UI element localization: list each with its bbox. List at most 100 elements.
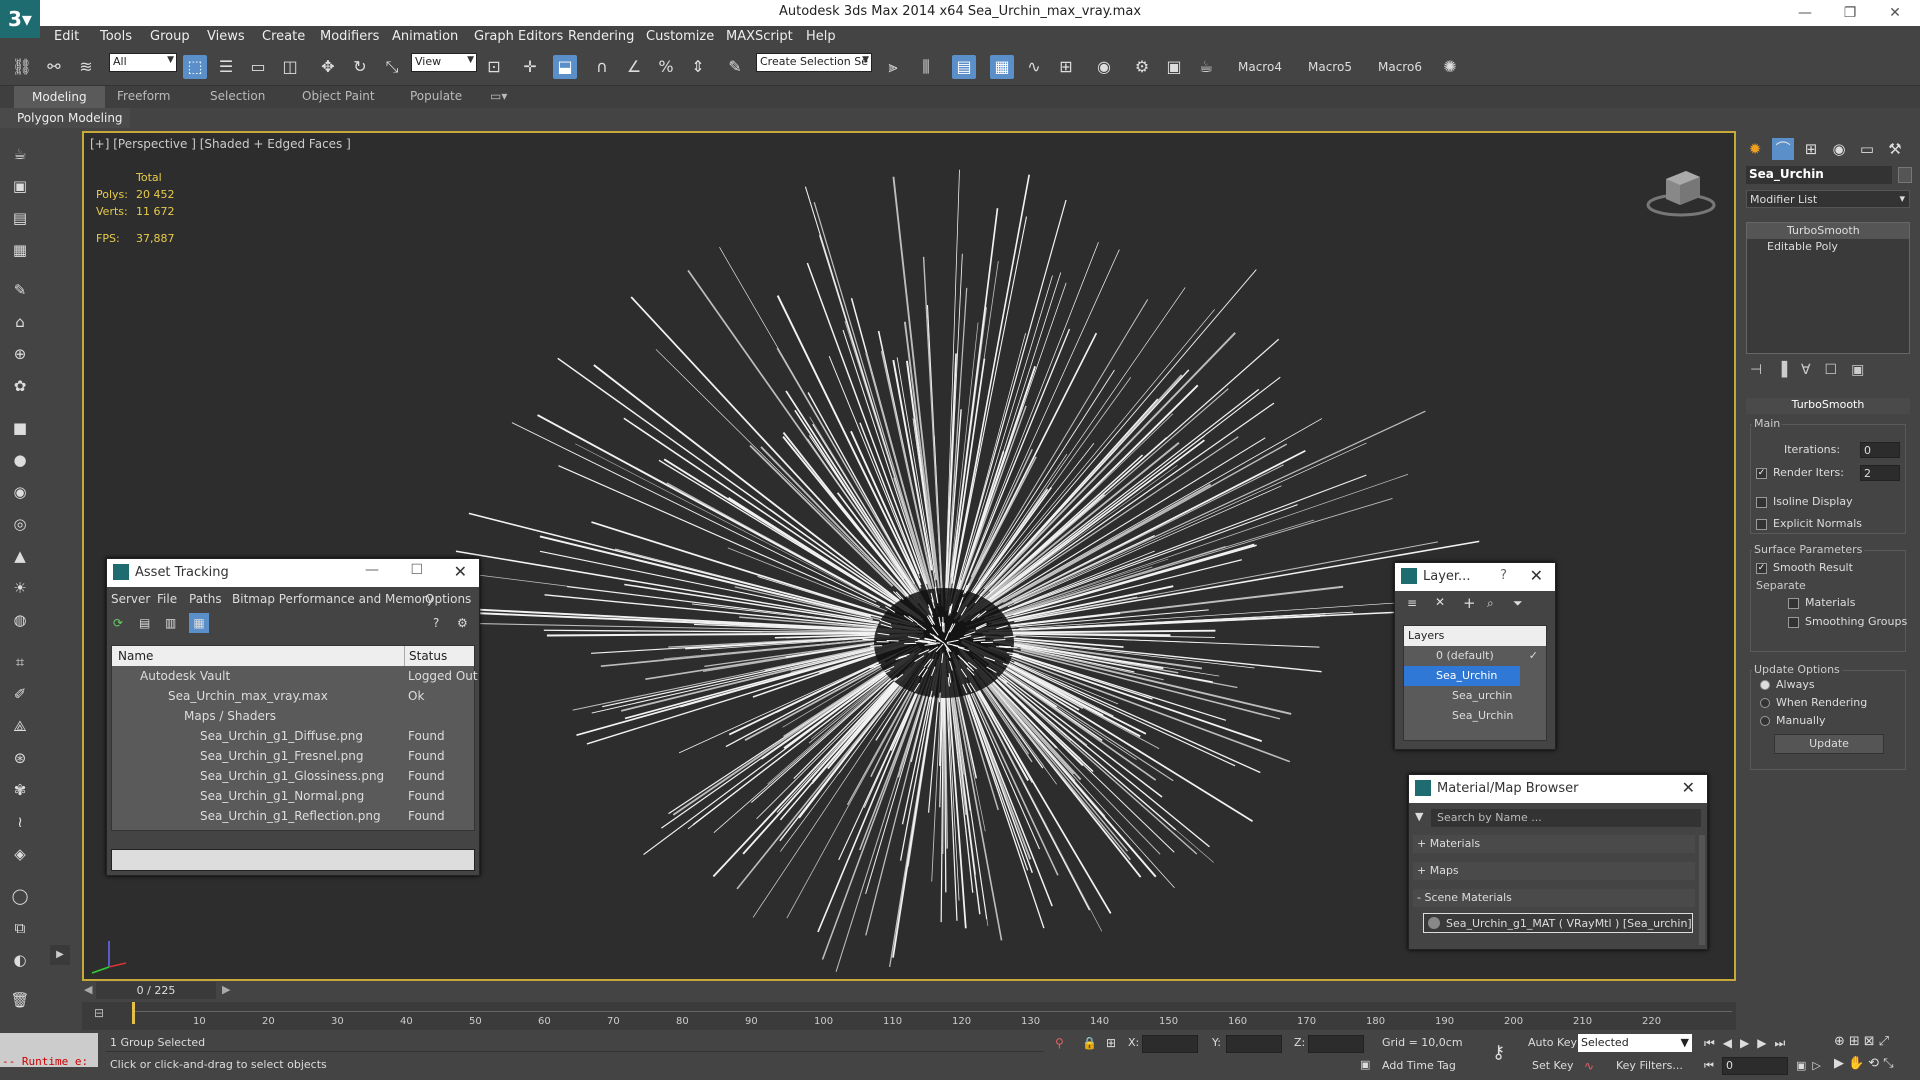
material-editor-icon[interactable]: ◉ — [1092, 55, 1116, 79]
trash-icon[interactable]: 🗑 — [8, 988, 32, 1012]
viewport-nav-controls[interactable]: ⊕⊞⊠⤢ — [1834, 1034, 1893, 1049]
tab-populate[interactable]: Populate — [410, 89, 462, 103]
column-status-header[interactable]: Status — [404, 646, 474, 666]
macro4-button[interactable]: Macro4 — [1238, 60, 1282, 74]
render-iters-spinner[interactable]: 2 — [1860, 465, 1900, 481]
paintbrush-icon[interactable]: ✐ — [8, 682, 32, 706]
macro6-button[interactable]: Macro6 — [1378, 60, 1422, 74]
maximize-button[interactable]: ❐ — [1835, 2, 1865, 24]
modifier-list-dropdown[interactable]: Modifier List ▾ — [1746, 190, 1910, 208]
render-setup-icon[interactable]: ⚙ — [1130, 55, 1154, 79]
playback-controls[interactable]: ⏮◀▶▶⏭ — [1704, 1036, 1793, 1051]
menu-file[interactable]: File — [157, 592, 177, 606]
document-icon[interactable]: ▤ — [8, 206, 32, 230]
track-bar[interactable]: ⊟ 10 20 30 40 50 60 70 80 90 100 110 120 130 140 150 16… — [82, 1002, 1736, 1032]
link-icon[interactable]: ⛓ — [10, 55, 34, 79]
helper-icon[interactable]: ⊕ — [8, 342, 32, 366]
filter-icon[interactable]: ⏷ — [1513, 596, 1523, 611]
display-tab-icon[interactable]: ▭ — [1856, 138, 1878, 160]
menu-group[interactable]: Group — [150, 29, 190, 44]
y-coordinate-field[interactable] — [1226, 1035, 1282, 1053]
scrollbar[interactable] — [1699, 835, 1705, 945]
menu-modifiers[interactable]: Modifiers — [320, 29, 379, 44]
table-row[interactable]: Sea_Urchin_g1_Diffuse.png Found — [112, 726, 474, 746]
sphere-icon[interactable]: ● — [8, 448, 32, 472]
polygon-modeling-panel[interactable]: Polygon Modeling — [0, 108, 130, 128]
explicit-normals-checkbox[interactable]: Explicit Normals — [1756, 517, 1862, 530]
render-icon[interactable]: ▣ — [8, 174, 32, 198]
material-sphere-icon[interactable]: ◐ — [8, 948, 32, 972]
stack-item-turbosmooth[interactable]: TurboSmooth — [1747, 223, 1909, 239]
camera-icon[interactable]: ⌂ — [8, 310, 32, 334]
scene-materials-section[interactable]: - Scene Materials — [1413, 889, 1695, 907]
isolate-icon[interactable]: ⚲ — [1055, 1036, 1064, 1050]
search-icon[interactable]: ⌕ — [1487, 596, 1494, 611]
menu-bitmap-performance[interactable]: Bitmap Performance and Memory — [232, 592, 434, 606]
macro5-button[interactable]: Macro5 — [1308, 60, 1352, 74]
table-row[interactable]: Sea_Urchin_max_vray.max Ok — [112, 686, 474, 706]
viewcube-icon[interactable] — [1646, 161, 1716, 221]
menu-help[interactable]: Help — [806, 29, 836, 44]
column-name-header[interactable]: Name — [112, 649, 153, 663]
add-time-tag-icon[interactable]: ▣ — [1360, 1058, 1370, 1071]
stack-icon[interactable]: ⧉ — [8, 916, 32, 940]
table-icon[interactable]: ▦ — [8, 238, 32, 262]
cylinder-icon[interactable]: ◉ — [8, 480, 32, 504]
toggle-ribbon-icon[interactable]: ▦ — [990, 55, 1014, 79]
menu-edit[interactable]: Edit — [54, 29, 79, 44]
close-icon[interactable]: ✕ — [1682, 778, 1695, 797]
menu-rendering[interactable]: Rendering — [568, 29, 634, 44]
rectangular-selection-icon[interactable]: ▭ — [246, 55, 270, 79]
layer-item-selected[interactable]: Sea_Urchin — [1404, 666, 1520, 686]
scene-material-item[interactable]: Sea_Urchin_g1_MAT ( VRayMtl ) [Sea_urchi… — [1423, 913, 1693, 933]
maximize-icon[interactable]: ☐ — [410, 562, 423, 578]
viewport-label[interactable]: [+] [Perspective ] [Shaded + Edged Faces… — [90, 137, 351, 151]
lock-icon[interactable]: 🔒 — [1082, 1036, 1097, 1050]
tab-modeling[interactable]: Modeling — [14, 86, 105, 108]
ribbon-options-icon[interactable]: ▭▾ — [490, 89, 507, 103]
menu-maxscript[interactable]: MAXScript — [726, 29, 793, 44]
absolute-mode-icon[interactable]: ⊞ — [1106, 1036, 1116, 1050]
hierarchy-tab-icon[interactable]: ⊞ — [1800, 138, 1822, 160]
stack-item-editable-poly[interactable]: Editable Poly — [1747, 239, 1909, 255]
object-name-field[interactable]: Sea_Urchin — [1746, 166, 1892, 184]
detail-view-icon[interactable]: ▥ — [165, 616, 176, 630]
object-color-swatch[interactable] — [1898, 167, 1912, 183]
rotate-icon[interactable]: ↻ — [348, 55, 372, 79]
set-key-button[interactable]: Set Key — [1532, 1059, 1574, 1072]
layer-list-icon[interactable]: ≡ — [1407, 596, 1417, 610]
layer-explorer-titlebar[interactable]: Layer... ? ✕ — [1395, 563, 1555, 591]
utilities-tab-icon[interactable]: ⚒ — [1884, 138, 1906, 160]
table-row[interactable]: Sea_Urchin_g1_Reflection.png Found — [112, 806, 474, 826]
plant-icon[interactable]: ✾ — [8, 778, 32, 802]
smoothing-groups-checkbox[interactable]: Smoothing Groups — [1788, 615, 1907, 628]
maps-section[interactable]: + Maps — [1413, 862, 1695, 880]
menu-views[interactable]: Views — [207, 29, 245, 44]
help-icon[interactable]: ? — [1500, 568, 1507, 583]
geosphere-icon[interactable]: ◍ — [8, 608, 32, 632]
edit-named-selection-icon[interactable]: ✎ — [723, 55, 747, 79]
key-curve-icon[interactable]: ∿ — [1584, 1059, 1594, 1073]
menu-customize[interactable]: Customize — [646, 29, 714, 44]
cone-icon[interactable]: ▲ — [8, 544, 32, 568]
table-row[interactable]: Sea_Urchin_g1_Fresnel.png Found — [112, 746, 474, 766]
move-icon[interactable]: ✥ — [316, 55, 340, 79]
menu-tools[interactable]: Tools — [100, 29, 132, 44]
rendered-frame-window-icon[interactable]: ▣ — [1162, 55, 1186, 79]
light-icon[interactable]: ☀ — [8, 576, 32, 600]
menu-paths[interactable]: Paths — [189, 592, 222, 606]
box-icon[interactable]: ■ — [8, 416, 32, 440]
curve-editor-icon[interactable]: ∿ — [1022, 55, 1046, 79]
particles-icon[interactable]: ✿ — [8, 374, 32, 398]
prev-frame-icon[interactable]: ◀ — [84, 983, 92, 996]
modify-tab-icon[interactable]: ⌒ — [1772, 138, 1794, 160]
material-browser-titlebar[interactable]: Material/Map Browser ✕ — [1409, 775, 1707, 803]
render-iters-row[interactable]: ✓ Render Iters: — [1756, 466, 1844, 479]
table-view-icon[interactable]: ▦ — [189, 613, 209, 633]
auto-key-button[interactable]: Auto Key — [1528, 1036, 1577, 1049]
search-by-name-input[interactable]: Search by Name ... — [1431, 809, 1701, 827]
close-icon[interactable]: ✕ — [1530, 566, 1543, 585]
table-row[interactable]: Autodesk Vault Logged Out — [112, 666, 478, 686]
spinner-snap-icon[interactable]: ⇕ — [686, 55, 710, 79]
tab-freeform[interactable]: Freeform — [117, 89, 170, 103]
